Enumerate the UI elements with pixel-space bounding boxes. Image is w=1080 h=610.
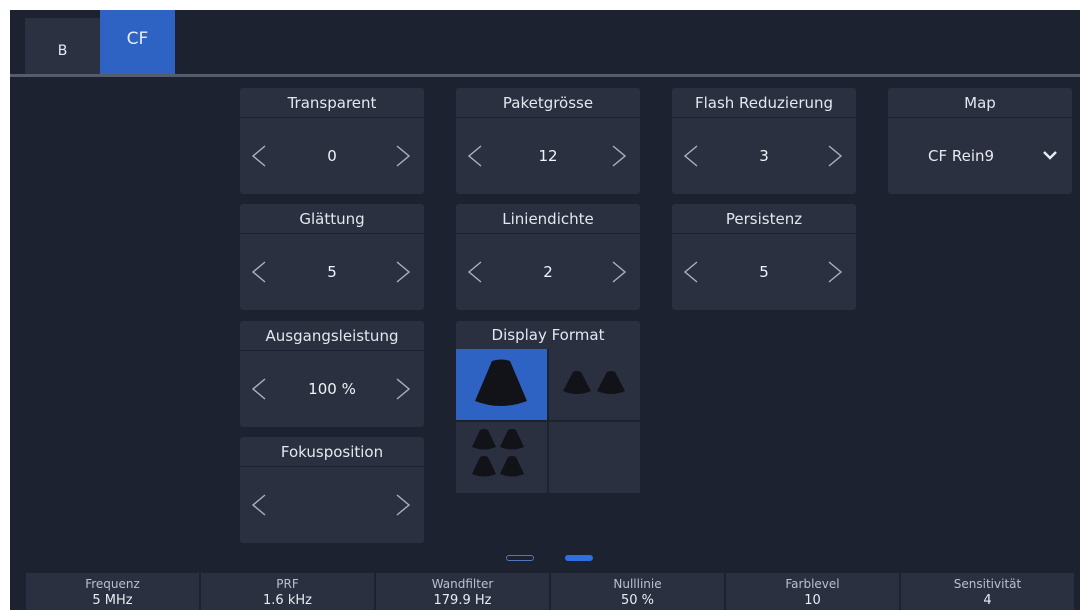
format-single[interactable] xyxy=(456,349,547,420)
paketgroesse-label: Paketgrösse xyxy=(456,88,640,118)
param-value: 50 % xyxy=(620,593,655,608)
format-empty xyxy=(549,422,640,493)
param-wandfilter[interactable]: Wandfilter 179.9 Hz xyxy=(376,573,549,610)
grid-divider xyxy=(456,420,640,422)
param-farblevel[interactable]: Farblevel 10 xyxy=(726,573,899,610)
glaettung-control: Glättung 5 xyxy=(240,204,424,310)
param-value: 10 xyxy=(804,593,821,608)
page-indicator-1[interactable] xyxy=(506,555,534,561)
map-dropdown[interactable]: CF Rein9 xyxy=(888,118,1072,194)
param-label: Farblevel xyxy=(785,577,840,591)
ausgangsleistung-control: Ausgangsleistung 100 % xyxy=(240,321,424,427)
param-prf[interactable]: PRF 1.6 kHz xyxy=(201,573,374,610)
chevron-right-icon[interactable] xyxy=(390,377,414,401)
param-value: 5 MHz xyxy=(92,593,133,608)
param-nulllinie[interactable]: Nulllinie 50 % xyxy=(551,573,724,610)
liniendichte-label: Liniendichte xyxy=(456,204,640,234)
transparent-label: Transparent xyxy=(240,88,424,118)
chevron-right-icon[interactable] xyxy=(606,144,630,168)
tab-divider xyxy=(10,74,1080,77)
tab-cf-label: CF xyxy=(126,29,149,49)
map-value: CF Rein9 xyxy=(928,147,995,165)
param-value: 4 xyxy=(983,593,992,608)
ausgangsleistung-label: Ausgangsleistung xyxy=(240,321,424,351)
chevron-right-icon[interactable] xyxy=(822,144,846,168)
persistenz-control: Persistenz 5 xyxy=(672,204,856,310)
chevron-right-icon[interactable] xyxy=(390,493,414,517)
chevron-right-icon[interactable] xyxy=(390,144,414,168)
fokusposition-label: Fokusposition xyxy=(240,437,424,467)
liniendichte-control: Liniendichte 2 xyxy=(456,204,640,310)
display-format-panel: Display Format xyxy=(456,321,640,493)
quad-sector-icon xyxy=(472,429,524,477)
dual-sector-icon xyxy=(563,371,625,394)
single-sector-icon xyxy=(475,359,527,406)
chevron-right-icon[interactable] xyxy=(822,260,846,284)
chevron-down-icon xyxy=(1043,151,1057,160)
chevron-right-icon[interactable] xyxy=(390,260,414,284)
fokusposition-control: Fokusposition xyxy=(240,437,424,543)
tab-b-label: B xyxy=(57,43,68,59)
flash-reduzierung-label: Flash Reduzierung xyxy=(672,88,856,118)
tab-bar: B CF xyxy=(10,10,1080,77)
param-sensitivitaet[interactable]: Sensitivität 4 xyxy=(901,573,1074,610)
param-label: PRF xyxy=(276,577,299,591)
param-label: Nulllinie xyxy=(613,577,662,591)
format-dual[interactable] xyxy=(549,349,640,420)
format-quad[interactable] xyxy=(456,422,547,493)
persistenz-label: Persistenz xyxy=(672,204,856,234)
page-indicator-2[interactable] xyxy=(565,555,593,561)
param-label: Wandfilter xyxy=(431,577,494,591)
glaettung-label: Glättung xyxy=(240,204,424,234)
tab-cf[interactable]: CF xyxy=(100,10,175,76)
paketgroesse-control: Paketgrösse 12 xyxy=(456,88,640,194)
parameter-bar: Frequenz 5 MHz PRF 1.6 kHz Wandfilter 17… xyxy=(26,573,1080,610)
param-label: Frequenz xyxy=(85,577,140,591)
param-value: 179.9 Hz xyxy=(433,593,492,608)
flash-reduzierung-control: Flash Reduzierung 3 xyxy=(672,88,856,194)
param-label: Sensitivität xyxy=(953,577,1022,591)
chevron-right-icon[interactable] xyxy=(606,260,630,284)
param-frequenz[interactable]: Frequenz 5 MHz xyxy=(26,573,199,610)
transparent-control: Transparent 0 xyxy=(240,88,424,194)
display-format-label: Display Format xyxy=(491,326,605,344)
map-control: Map CF Rein9 xyxy=(888,88,1072,194)
tab-b[interactable]: B xyxy=(25,18,100,76)
map-label: Map xyxy=(888,88,1072,118)
ultrasound-settings-screen: B CF Transparent 0 Paketgrösse 12 Flash … xyxy=(10,10,1080,610)
param-value: 1.6 kHz xyxy=(263,593,312,608)
